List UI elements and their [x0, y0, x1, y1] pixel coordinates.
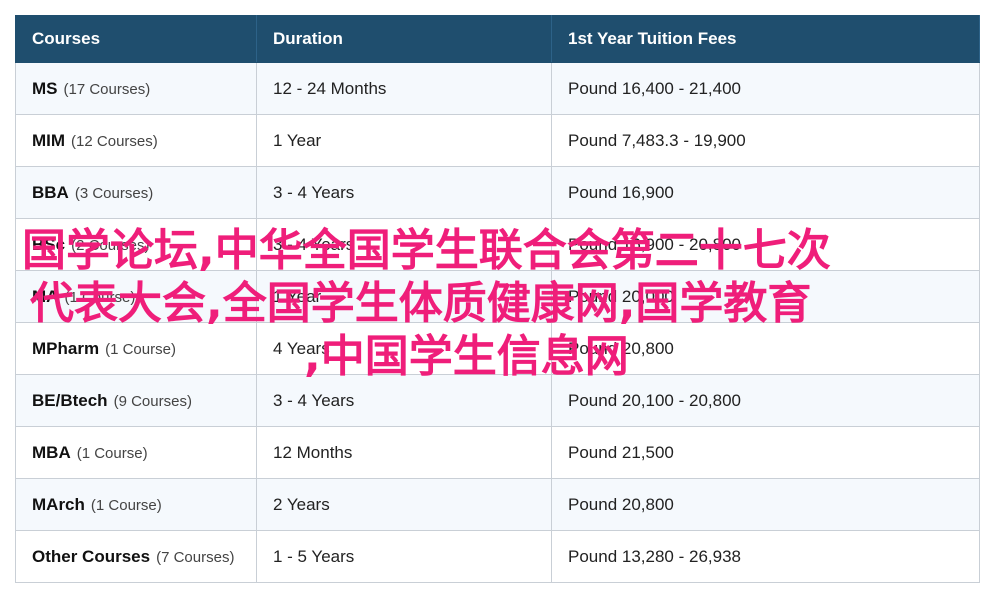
table-row: MBA (1 Course) 12 Months Pound 21,500 [15, 426, 980, 479]
course-cell: MPharm (1 Course) [15, 322, 257, 375]
duration-cell: 3 - 4 Years [256, 374, 552, 427]
duration-cell: 1 Year [256, 270, 552, 323]
course-count: (1 Course) [90, 496, 162, 514]
table-row: Other Courses (7 Courses) 1 - 5 Years Pou… [15, 530, 980, 583]
table-row: MArch (1 Course) 2 Years Pound 20,800 [15, 478, 980, 531]
fees-cell: Pound 13,280 - 26,938 [551, 530, 980, 583]
course-cell: MS (17 Courses) [15, 62, 257, 115]
fees-cell: Pound 20,800 [551, 478, 980, 531]
duration-cell: 12 - 24 Months [256, 62, 552, 115]
course-cell: BSc (2 Courses) [15, 218, 257, 271]
course-count: (12 Courses) [71, 132, 158, 150]
table-row: MIM (12 Courses) 1 Year Pound 7,483.3 - 1… [15, 114, 980, 167]
table-row: MA (1 Course) 1 Year Pound 20,000 [15, 270, 980, 323]
duration-cell: 2 Years [256, 478, 552, 531]
column-header-courses: Courses [15, 15, 257, 63]
course-count: (9 Courses) [113, 392, 192, 410]
course-name-link[interactable]: BE/Btech [32, 391, 108, 410]
course-name-link[interactable]: MBA [32, 443, 71, 462]
fees-table: Courses Duration 1st Year Tuition Fees M… [15, 15, 980, 583]
course-cell: Other Courses (7 Courses) [15, 530, 257, 583]
fees-cell: Pound 16,400 - 21,400 [551, 62, 980, 115]
course-name-link[interactable]: MS [32, 79, 58, 98]
course-cell: MA (1 Course) [15, 270, 257, 323]
duration-cell: 3 - 4 Years [256, 218, 552, 271]
course-name-link[interactable]: BSc [32, 235, 65, 254]
course-cell: MBA (1 Course) [15, 426, 257, 479]
duration-cell: 1 Year [256, 114, 552, 167]
table-row: BBA (3 Courses) 3 - 4 Years Pound 16,900 [15, 166, 980, 219]
fees-cell: Pound 16,900 [551, 166, 980, 219]
duration-cell: 12 Months [256, 426, 552, 479]
course-name-link[interactable]: MArch [32, 495, 85, 514]
course-count: (7 Courses) [156, 548, 235, 566]
duration-cell: 1 - 5 Years [256, 530, 552, 583]
course-count: (3 Courses) [74, 184, 154, 202]
course-count: (2 Courses) [71, 236, 150, 254]
course-cell: BBA (3 Courses) [15, 166, 257, 219]
fees-cell: Pound 20,800 [551, 322, 980, 375]
fees-cell: Pound 20,100 - 20,800 [551, 374, 980, 427]
column-header-duration: Duration [256, 15, 552, 63]
course-cell: BE/Btech (9 Courses) [15, 374, 257, 427]
duration-cell: 3 - 4 Years [256, 166, 552, 219]
course-name-link[interactable]: Other Courses [32, 547, 150, 566]
course-count: (1 Course) [64, 288, 136, 306]
course-count: (17 Courses) [63, 80, 151, 98]
course-name-link[interactable]: MPharm [32, 339, 99, 358]
course-cell: MArch (1 Course) [15, 478, 257, 531]
table-row: MS (17 Courses) 12 - 24 Months Pound 16,4… [15, 62, 980, 115]
duration-cell: 4 Years [256, 322, 552, 375]
course-name-link[interactable]: MIM [32, 131, 65, 150]
fees-cell: Pound 7,483.3 - 19,900 [551, 114, 980, 167]
course-count: (1 Course) [76, 444, 148, 462]
table-row: BE/Btech (9 Courses) 3 - 4 Years Pound 20… [15, 374, 980, 427]
course-name-link[interactable]: BBA [32, 183, 69, 202]
table-row: BSc (2 Courses) 3 - 4 Years Pound 16,900 … [15, 218, 980, 271]
column-header-fees: 1st Year Tuition Fees [551, 15, 980, 63]
fees-cell: Pound 16,900 - 20,800 [551, 218, 980, 271]
table-row: MPharm (1 Course) 4 Years Pound 20,800 [15, 322, 980, 375]
fees-cell: Pound 20,000 [551, 270, 980, 323]
fees-cell: Pound 21,500 [551, 426, 980, 479]
course-count: (1 Course) [105, 340, 176, 358]
course-name-link[interactable]: MA [32, 287, 58, 306]
table-header-row: Courses Duration 1st Year Tuition Fees [15, 15, 980, 63]
course-cell: MIM (12 Courses) [15, 114, 257, 167]
